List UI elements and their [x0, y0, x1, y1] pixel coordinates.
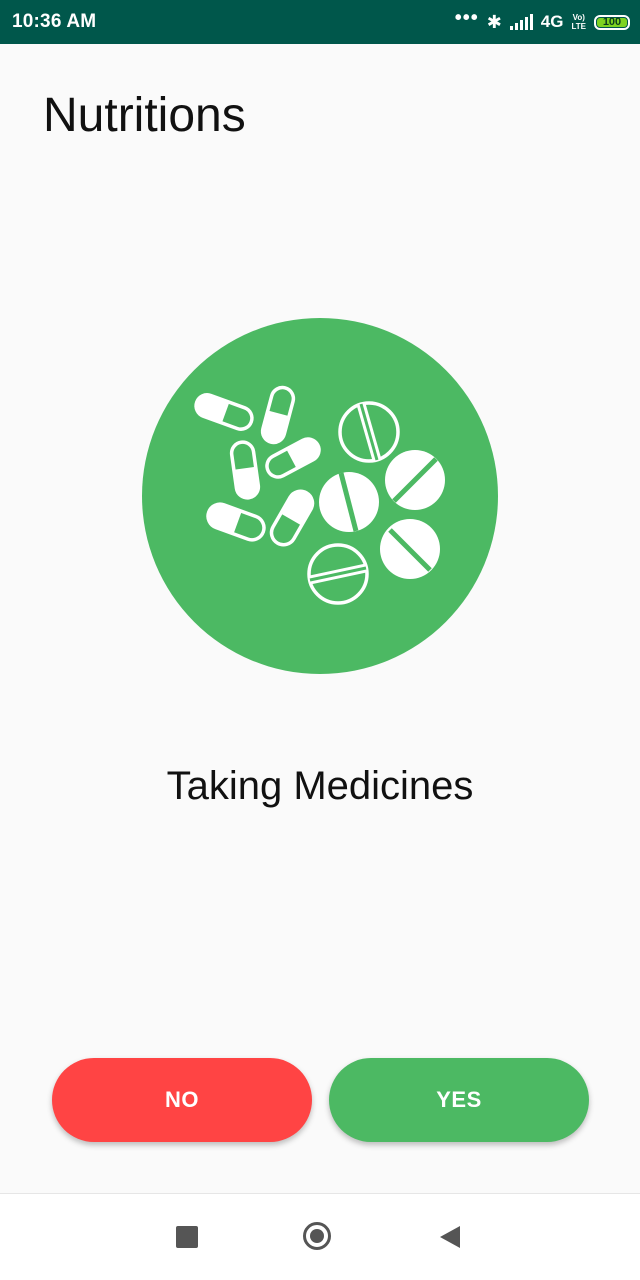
- status-icons: ••• ✱ 4G Vo) LTE 100: [455, 8, 630, 33]
- status-bar: 10:36 AM ••• ✱ 4G Vo) LTE 100: [0, 0, 640, 44]
- signal-icon: [509, 14, 533, 30]
- no-button[interactable]: NO: [52, 1058, 312, 1142]
- system-nav-bar: [0, 1193, 640, 1280]
- pills-icon: [142, 318, 498, 674]
- yes-button[interactable]: YES: [329, 1058, 589, 1142]
- volte-bottom: LTE: [571, 22, 586, 31]
- prompt-caption: Taking Medicines: [166, 764, 474, 808]
- volte-indicator: Vo) LTE: [571, 13, 586, 31]
- volte-top: Vo): [572, 13, 585, 22]
- network-type: 4G: [540, 12, 564, 31]
- more-notifications-icon: •••: [454, 7, 479, 29]
- status-time: 10:36 AM: [12, 11, 97, 32]
- recents-square-icon[interactable]: [176, 1226, 198, 1248]
- page-title: Nutritions: [43, 89, 246, 142]
- bluetooth-icon: ✱: [486, 11, 502, 32]
- battery-level: 100: [602, 16, 622, 28]
- home-circle-icon[interactable]: [303, 1222, 331, 1250]
- back-triangle-icon[interactable]: [440, 1226, 460, 1248]
- battery-icon: 100: [594, 14, 630, 30]
